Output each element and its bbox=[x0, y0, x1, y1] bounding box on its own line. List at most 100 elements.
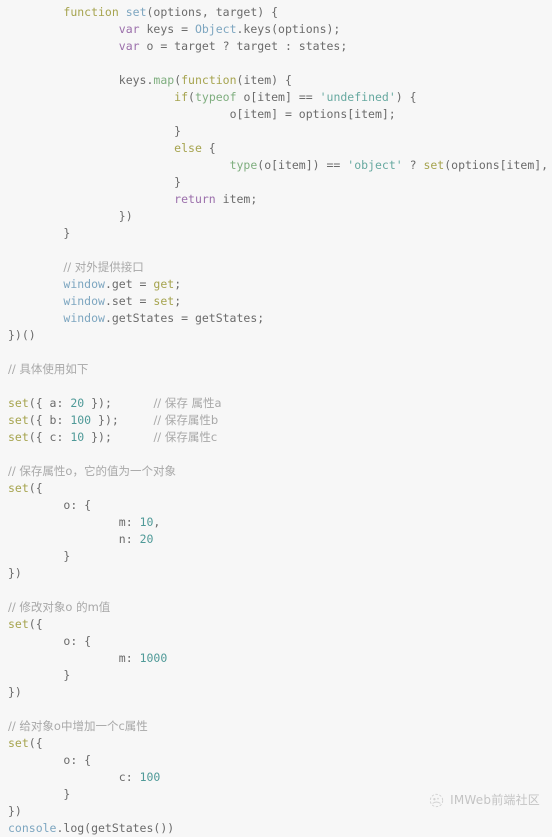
code-token: ; bbox=[174, 277, 182, 291]
code-token: .set = bbox=[104, 294, 154, 308]
code-token: ({ bbox=[28, 481, 43, 495]
code-token: 10 bbox=[139, 515, 154, 529]
code-token: console bbox=[8, 821, 57, 835]
code-line: if(typeof o[item] == 'undefined') { bbox=[0, 89, 552, 106]
code-token: set bbox=[8, 617, 29, 631]
code-token: function bbox=[181, 73, 237, 87]
code-token: set bbox=[8, 481, 29, 495]
code-line: } bbox=[0, 123, 552, 140]
code-token: Object bbox=[194, 22, 237, 36]
code-token: c: bbox=[118, 770, 140, 784]
code-token: ? bbox=[402, 158, 424, 172]
code-token: // 修改对象o 的m值 bbox=[8, 600, 111, 614]
code-token: set bbox=[8, 430, 29, 444]
code-line: o: { bbox=[0, 752, 552, 769]
code-token: item; bbox=[215, 192, 258, 206]
code-token: // 给对象o中增加一个c属性 bbox=[8, 719, 148, 733]
code-line: m: 10, bbox=[0, 514, 552, 531]
code-token: 20 bbox=[139, 532, 154, 546]
code-token: o = target ? target : states; bbox=[139, 39, 348, 53]
code-line: }) bbox=[0, 803, 552, 820]
code-line: var o = target ? target : states; bbox=[0, 38, 552, 55]
code-line: o: { bbox=[0, 497, 552, 514]
code-line: window.getStates = getStates; bbox=[0, 310, 552, 327]
code-line: n: 20 bbox=[0, 531, 552, 548]
code-token: ({ a: bbox=[28, 396, 71, 410]
code-token: o: { bbox=[63, 634, 92, 648]
code-token: // 保存 属性a bbox=[153, 396, 222, 410]
code-line: // 具体使用如下 bbox=[0, 361, 552, 378]
code-token: ({ bbox=[28, 736, 43, 750]
code-line: set({ bbox=[0, 480, 552, 497]
code-token: 20 bbox=[70, 396, 85, 410]
code-line: var keys = Object.keys(options); bbox=[0, 21, 552, 38]
code-line: }) bbox=[0, 684, 552, 701]
code-token: }) bbox=[8, 804, 22, 818]
code-line: o: { bbox=[0, 633, 552, 650]
code-token: keys. bbox=[118, 73, 154, 87]
code-line: console.log(getStates()) bbox=[0, 820, 552, 837]
code-token: (o[item]) == bbox=[257, 158, 348, 172]
code-line: } bbox=[0, 786, 552, 803]
code-token: 'undefined' bbox=[319, 90, 396, 104]
code-token: }) bbox=[8, 685, 22, 699]
code-token: // 对外提供接口 bbox=[63, 260, 144, 274]
code-token: var bbox=[118, 39, 140, 53]
code-token: window bbox=[63, 311, 105, 325]
code-token: }) bbox=[118, 209, 133, 223]
code-token: m: bbox=[118, 651, 140, 665]
code-line: // 保存属性o，它的值为一个对象 bbox=[0, 463, 552, 480]
code-block[interactable]: function set(options, target) { var keys… bbox=[0, 0, 552, 837]
code-line: window.get = get; bbox=[0, 276, 552, 293]
code-line: set({ b: 100 }); // 保存属性b bbox=[0, 412, 552, 429]
code-token: o: { bbox=[63, 498, 92, 512]
code-token: n: bbox=[118, 532, 140, 546]
code-line: }) bbox=[0, 565, 552, 582]
code-token: set bbox=[8, 396, 29, 410]
code-line: // 对外提供接口 bbox=[0, 259, 552, 276]
code-token: set bbox=[8, 736, 29, 750]
code-token: (item) { bbox=[236, 73, 292, 87]
code-token: } bbox=[63, 226, 71, 240]
code-token: if bbox=[174, 90, 189, 104]
code-token: 10 bbox=[70, 430, 85, 444]
code-line: set({ bbox=[0, 735, 552, 752]
code-token: } bbox=[174, 124, 182, 138]
code-token: else bbox=[174, 141, 202, 155]
code-token: window bbox=[63, 277, 105, 291]
code-line: m: 1000 bbox=[0, 650, 552, 667]
code-token: o[item] == bbox=[236, 90, 320, 104]
code-line: keys.map(function(item) { bbox=[0, 72, 552, 89]
code-token: 100 bbox=[139, 770, 161, 784]
code-line: o[item] = options[item]; bbox=[0, 106, 552, 123]
code-token: // 具体使用如下 bbox=[8, 362, 89, 376]
code-token: function bbox=[63, 5, 119, 19]
code-token: } bbox=[63, 787, 71, 801]
code-line: window.set = set; bbox=[0, 293, 552, 310]
code-token: typeof bbox=[194, 90, 237, 104]
code-token: (options[item], o[item]) : o[item] bbox=[444, 158, 549, 172]
code-token: set bbox=[153, 294, 175, 308]
code-token: }); bbox=[91, 413, 119, 427]
code-token: m: bbox=[118, 515, 140, 529]
code-token: map bbox=[153, 73, 175, 87]
